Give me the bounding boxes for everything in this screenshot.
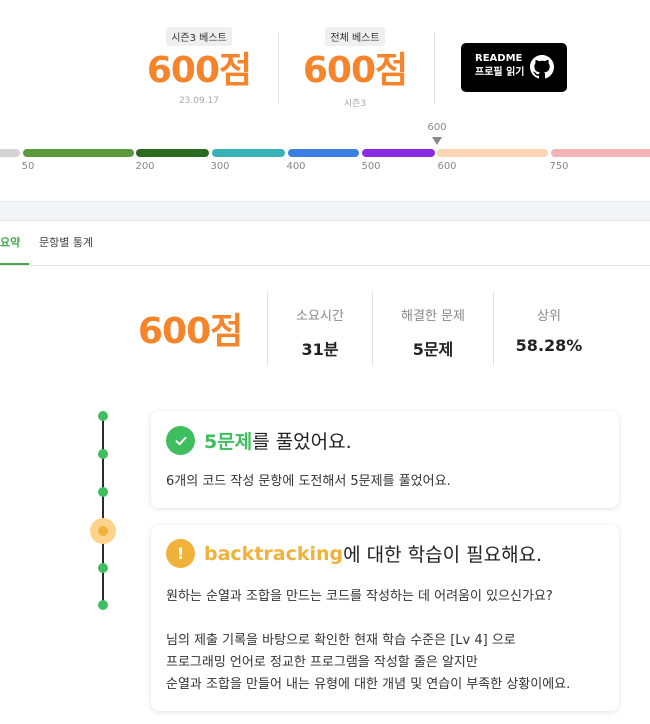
readme-profile-button[interactable]: README 프로필 읽기 bbox=[461, 43, 567, 92]
divider bbox=[267, 292, 268, 366]
result-card-study: ! backtracking 에 대한 학습이 필요해요. 원하는 순열과 조합을… bbox=[151, 525, 619, 711]
stat-label: 상위 bbox=[537, 309, 561, 324]
card-title-text: 에 대한 학습이 필요해요. bbox=[343, 544, 543, 566]
timeline-warning-dot bbox=[98, 526, 108, 536]
season-best-date: 23.09.17 bbox=[178, 96, 220, 106]
rating-segment bbox=[437, 149, 548, 157]
season-best: 시즌3 베스트 600점 23.09.17 bbox=[134, 26, 264, 106]
card-body-line: 순열과 조합을 만들어 내는 유형에 대한 개념 및 연습이 부족한 상황이에요… bbox=[166, 677, 571, 692]
rating-tick-label: 750 bbox=[549, 161, 569, 172]
stat-time: 소요시간 31분 bbox=[280, 305, 360, 360]
rating-segment bbox=[551, 149, 650, 157]
card-body-line: 6개의 코드 작성 문항에 도전해서 5문제를 풀었어요. bbox=[166, 474, 451, 489]
tab-active-indicator bbox=[0, 263, 29, 265]
overall-best-tag: 전체 베스트 bbox=[325, 27, 385, 46]
rating-tick-label: 600 bbox=[437, 161, 457, 172]
rating-segment bbox=[136, 149, 209, 157]
card-title-text: 를 풀었어요. bbox=[252, 431, 352, 453]
divider bbox=[434, 32, 435, 104]
divider bbox=[278, 32, 279, 104]
card-highlight: backtracking bbox=[204, 542, 344, 565]
overall-best-score: 600점 bbox=[302, 50, 408, 91]
card-title: ! backtracking 에 대한 학습이 필요해요. bbox=[166, 539, 542, 568]
current-score-marker-label: 600 bbox=[427, 122, 447, 133]
stat-label: 해결한 문제 bbox=[401, 309, 465, 324]
season-best-tag: 시즌3 베스트 bbox=[166, 27, 232, 46]
result-card-solved: 5문제 를 풀었어요. 6개의 코드 작성 문항에 도전해서 5문제를 풀었어요. bbox=[151, 411, 619, 508]
tab-bar: 요약 문항별 통계 bbox=[0, 221, 650, 266]
tab-question-stats[interactable]: 문항별 통계 bbox=[39, 234, 93, 250]
stat-value: 5문제 bbox=[412, 340, 454, 359]
timeline-line bbox=[102, 416, 104, 606]
stat-value: 58.28% bbox=[515, 336, 583, 355]
rating-segment bbox=[23, 149, 134, 157]
season-best-score: 600점 bbox=[146, 50, 252, 91]
current-score-marker bbox=[432, 137, 442, 145]
rating-tick-label: 200 bbox=[135, 161, 155, 172]
stat-solved: 해결한 문제 5문제 bbox=[384, 305, 482, 360]
card-body-line: 프로그래밍 언어로 정교한 프로그램을 작성할 줄은 알지만 bbox=[166, 655, 478, 670]
rating-tick-label: 300 bbox=[210, 161, 230, 172]
overall-best-season: 시즌3 bbox=[343, 99, 367, 109]
stat-percentile: 상위 58.28% bbox=[505, 305, 593, 355]
card-highlight: 5문제 bbox=[204, 431, 253, 453]
rating-tick-label: 500 bbox=[361, 161, 381, 172]
timeline-dot bbox=[98, 600, 108, 610]
github-icon bbox=[530, 55, 554, 79]
tab-summary[interactable]: 요약 bbox=[0, 234, 20, 250]
timeline-dot bbox=[98, 411, 108, 421]
card-body-spacer bbox=[166, 608, 570, 630]
rating-segment bbox=[212, 149, 285, 157]
rating-tick-label: 400 bbox=[286, 161, 306, 172]
stat-label: 소요시간 bbox=[296, 309, 344, 324]
rating-segment bbox=[362, 149, 435, 157]
exclamation-icon: ! bbox=[166, 539, 195, 568]
summary-score: 600점 bbox=[138, 311, 243, 352]
card-body-line: 님의 제출 기록을 바탕으로 확인한 현재 학습 수준은 [Lv 4] 으로 bbox=[166, 633, 516, 648]
check-icon bbox=[166, 426, 195, 455]
rating-segment bbox=[288, 149, 359, 157]
page: 시즌3 베스트 600점 23.09.17 전체 베스트 600점 시즌3 RE… bbox=[0, 0, 650, 724]
card-title: 5문제 를 풀었어요. bbox=[166, 426, 352, 455]
timeline-dot bbox=[98, 563, 108, 573]
rating-segment bbox=[0, 149, 20, 157]
stat-value: 31분 bbox=[301, 340, 339, 359]
divider bbox=[372, 292, 373, 366]
overall-best: 전체 베스트 600점 시즌3 bbox=[290, 26, 420, 109]
rating-tick-label: 50 bbox=[21, 161, 35, 172]
timeline-dot bbox=[98, 449, 108, 459]
section-separator bbox=[0, 201, 650, 221]
card-body-line: 원하는 순열과 조합을 만드는 코드를 작성하는 데 어려움이 있으신가요? bbox=[166, 589, 553, 604]
card-body: 원하는 순열과 조합을 만드는 코드를 작성하는 데 어려움이 있으신가요? 님… bbox=[166, 586, 570, 696]
timeline-dot bbox=[98, 487, 108, 497]
divider bbox=[493, 292, 494, 366]
card-body: 6개의 코드 작성 문항에 도전해서 5문제를 풀었어요. bbox=[166, 471, 451, 493]
